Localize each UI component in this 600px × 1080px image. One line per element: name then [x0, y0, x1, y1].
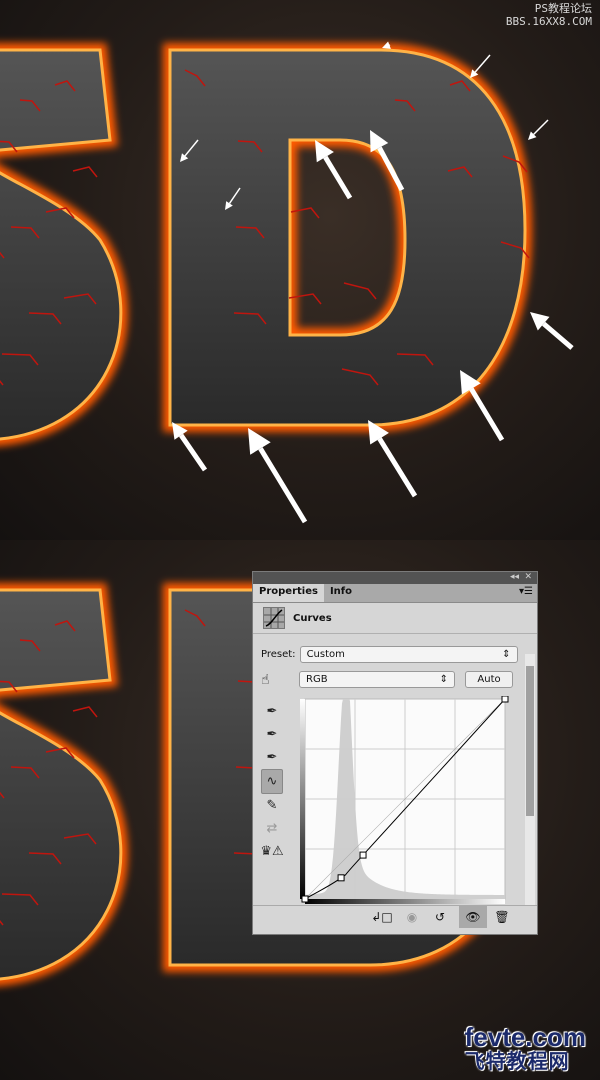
preset-label: Preset:: [261, 649, 296, 660]
panel-menu-icon[interactable]: ▾☰: [519, 586, 533, 597]
watermark-line: 飞特教程网: [464, 1049, 570, 1073]
panel-scrollbar[interactable]: [525, 654, 535, 906]
adjustment-header: Curves: [253, 603, 537, 634]
gray-point-eyedropper-icon[interactable]: ✒: [261, 723, 283, 746]
smooth-icon[interactable]: ⇄: [261, 817, 283, 840]
double-chevron-left-icon[interactable]: ◂◂: [510, 572, 519, 582]
curve-tools: ✒ ✒ ✒ ∿ ✎ ⇄ ♛⚠: [260, 700, 283, 863]
watermark-line: fevte.com: [464, 1022, 586, 1052]
delete-icon[interactable]: 🗑: [491, 908, 513, 926]
lava-crack: [72, 166, 98, 178]
watermark-line: PS教程论坛: [534, 2, 592, 15]
pencil-icon[interactable]: ✎: [261, 794, 283, 817]
output-gradient-bar: [300, 699, 305, 899]
watermark-bottom-logo: fevte.com 飞特教程网: [465, 1024, 586, 1072]
properties-panel: ◂◂ ✕ Properties Info ▾☰ Curves Preset: C…: [252, 571, 538, 935]
curve-point[interactable]: [359, 851, 367, 859]
clip-to-layer-icon[interactable]: ↲□: [371, 908, 393, 926]
panel-tabs: Properties Info ▾☰: [253, 584, 537, 603]
arrow-shaft: [179, 433, 208, 472]
adjustment-title: Curves: [293, 612, 332, 624]
updown-icon: ⇕: [502, 649, 511, 660]
close-icon[interactable]: ✕: [524, 572, 532, 582]
preset-row: Preset: Custom ⇕: [261, 646, 518, 663]
channel-select[interactable]: RGB ⇕: [299, 671, 455, 688]
preset-value: Custom: [306, 649, 345, 660]
arrow-shaft: [542, 321, 574, 350]
channel-value: RGB: [306, 674, 328, 685]
panel-titlebar: ◂◂ ✕: [253, 572, 537, 584]
lava-crack: [72, 706, 98, 718]
lava-text-artwork-top: [0, 0, 600, 540]
arrow-shaft: [533, 119, 549, 135]
curve-points-icon[interactable]: ∿: [261, 769, 283, 794]
lava-letters: [0, 41, 574, 524]
curve-point[interactable]: [501, 696, 509, 703]
auto-button[interactable]: Auto: [465, 671, 513, 688]
curves-graph[interactable]: [297, 696, 509, 908]
scrollbar-thumb[interactable]: [526, 666, 534, 816]
lava-crack: [343, 282, 377, 300]
input-gradient-bar: [305, 899, 505, 904]
on-image-adjust-icon[interactable]: ☝: [261, 672, 299, 688]
arrow-shaft: [323, 155, 353, 200]
watermark-top: PS教程论坛 BBS.16XX8.COM: [506, 2, 592, 28]
visibility-icon[interactable]: 👁: [459, 906, 487, 928]
tab-properties[interactable]: Properties: [253, 584, 324, 602]
arrow-shaft: [377, 437, 418, 498]
curve-point[interactable]: [337, 874, 345, 882]
reset-icon[interactable]: ↺: [429, 908, 451, 926]
black-point-eyedropper-icon[interactable]: ✒: [261, 700, 283, 723]
tab-info[interactable]: Info: [324, 584, 358, 602]
channel-row: ☝ RGB ⇕ Auto: [261, 671, 513, 688]
panel-footer: ↲□ ◉ ↺ 👁 🗑: [253, 905, 537, 934]
letter-s: [0, 588, 123, 981]
letter-d: [168, 48, 527, 427]
curve-point[interactable]: [301, 895, 309, 903]
letter-s: [0, 48, 123, 441]
updown-icon: ⇕: [439, 674, 448, 685]
view-previous-icon[interactable]: ◉: [401, 908, 423, 926]
arrow-shaft: [474, 54, 491, 73]
curves-icon: [263, 607, 285, 629]
watermark-line: BBS.16XX8.COM: [505, 15, 592, 28]
preset-select[interactable]: Custom ⇕: [299, 646, 518, 663]
clipping-warning-icon[interactable]: ♛⚠: [260, 840, 283, 863]
white-point-eyedropper-icon[interactable]: ✒: [261, 746, 283, 769]
arrow-shaft: [258, 447, 308, 524]
arrow-shaft: [469, 387, 505, 442]
